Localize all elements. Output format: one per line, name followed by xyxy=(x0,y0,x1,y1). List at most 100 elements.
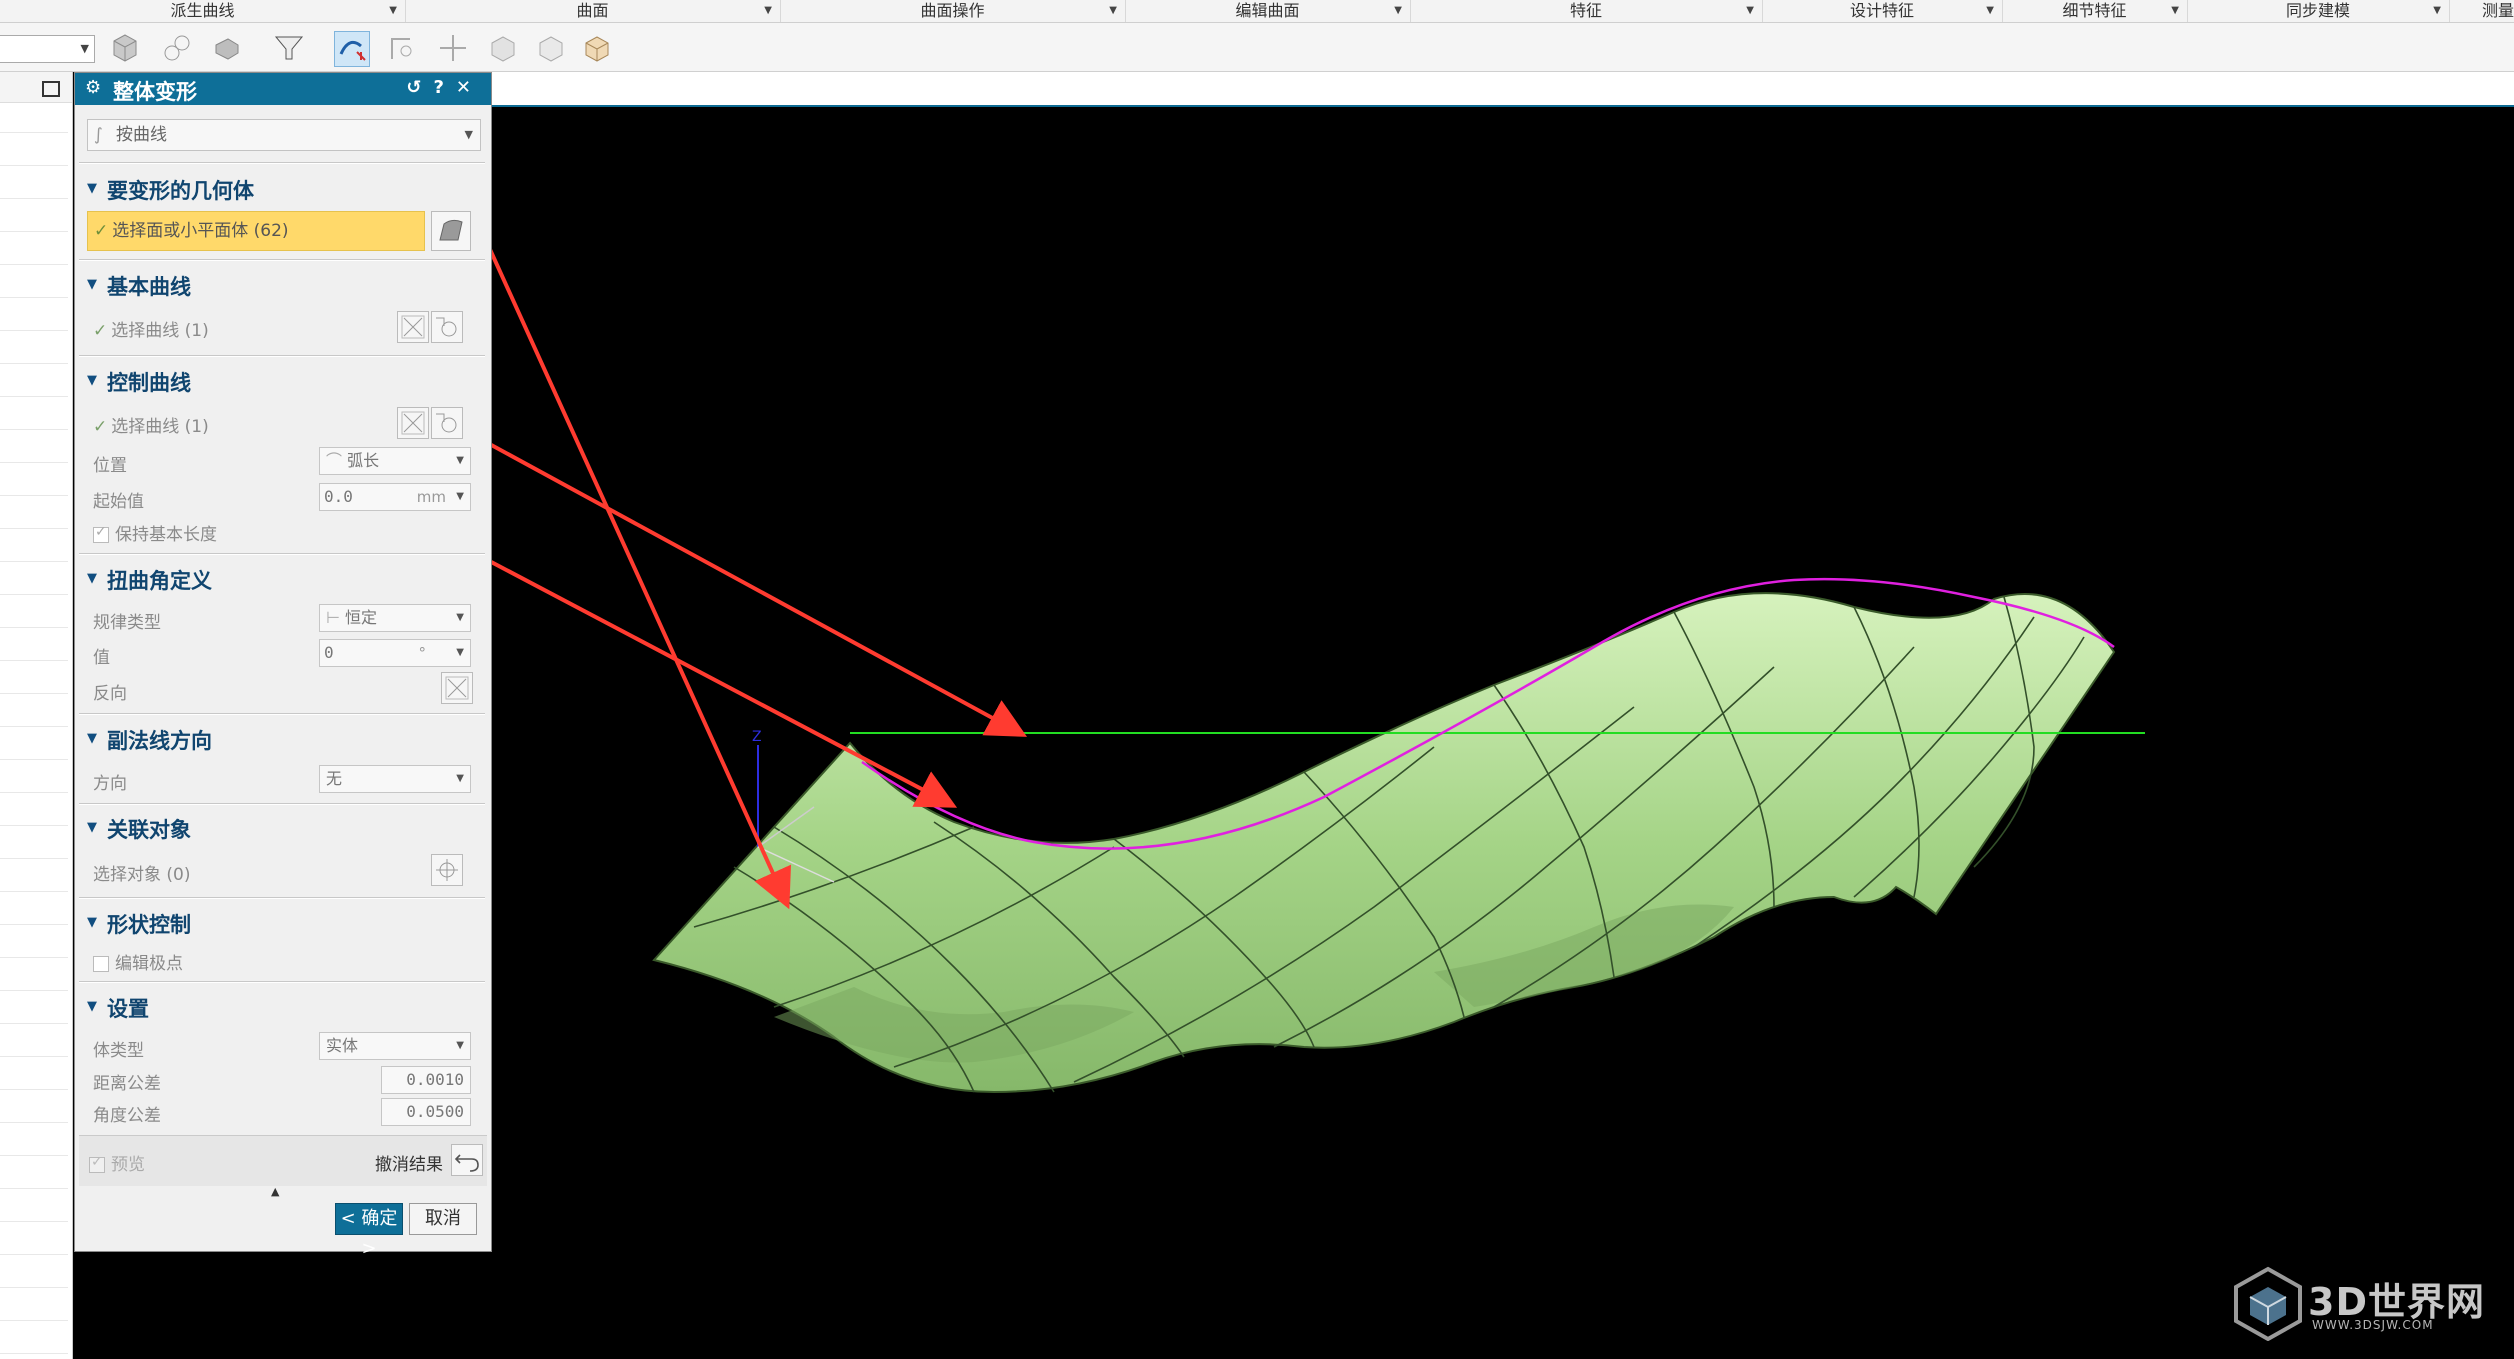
collapse-icon[interactable]: ▼ xyxy=(87,181,97,196)
chevron-down-icon[interactable]: ▼ xyxy=(1746,0,1754,22)
cancel-button[interactable]: 取消 xyxy=(409,1203,477,1235)
navigator-row-line xyxy=(0,561,68,562)
ribbon-group-label: 测量 xyxy=(2481,1,2514,20)
section-settings[interactable]: ▼ 设置 xyxy=(83,991,483,1023)
navigator-row-line xyxy=(0,528,68,529)
ribbon-group-detail-feature[interactable]: 细节特征 ▼ xyxy=(2002,0,2188,22)
section-shape-control[interactable]: ▼ 形状控制 xyxy=(83,907,483,939)
ribbon-group-surface[interactable]: 曲面 ▼ xyxy=(405,0,781,22)
expand-up-icon[interactable]: ▲ xyxy=(271,1185,279,1198)
close-icon[interactable]: ✕ xyxy=(456,77,483,98)
chevron-down-icon[interactable]: ▼ xyxy=(456,448,464,474)
chevron-down-icon[interactable]: ▼ xyxy=(389,0,397,22)
direction-label: 方向 xyxy=(93,774,127,794)
ok-button[interactable]: < 确定 > xyxy=(335,1203,403,1259)
chevron-down-icon[interactable]: ▼ xyxy=(1986,0,1994,22)
chevron-down-icon[interactable]: ▼ xyxy=(2171,0,2179,22)
law-type-dropdown[interactable]: ⊢ 恒定 ▼ xyxy=(319,604,471,632)
chevron-down-icon[interactable]: ▼ xyxy=(1394,0,1402,22)
section-base-curve[interactable]: ▼ 基本曲线 xyxy=(83,269,483,301)
face-select-button[interactable] xyxy=(431,211,471,251)
chevron-down-icon[interactable]: ▼ xyxy=(456,484,464,510)
navigator-row-line xyxy=(0,264,68,265)
chevron-down-icon[interactable]: ▼ xyxy=(456,1033,464,1059)
preview-checkbox[interactable]: ✓ xyxy=(89,1154,105,1173)
select-faces-label: 选择面或小平面体 (62) xyxy=(112,221,289,241)
ribbon-group-surface-ops[interactable]: 曲面操作 ▼ xyxy=(780,0,1126,22)
direction-dropdown[interactable]: 无 ▼ xyxy=(319,765,471,793)
body-type-dropdown[interactable]: 实体 ▼ xyxy=(319,1032,471,1060)
extrude-icon[interactable] xyxy=(210,31,244,65)
ribbon-group-edit-surface[interactable]: 编辑曲面 ▼ xyxy=(1125,0,1411,22)
solid-cube-icon[interactable] xyxy=(108,31,142,65)
chevron-down-icon[interactable]: ▼ xyxy=(465,120,473,150)
chevron-down-icon[interactable]: ▼ xyxy=(764,0,772,22)
section-twist[interactable]: ▼ 扭曲角定义 xyxy=(83,563,483,595)
undo-result-button[interactable] xyxy=(451,1144,483,1176)
position-dropdown[interactable]: ⌒ 弧长 ▼ xyxy=(319,447,471,475)
edit-poles-row[interactable]: 编辑极点 xyxy=(93,949,183,974)
reset-icon[interactable]: ↺ xyxy=(406,77,433,98)
select-base-curve[interactable]: ✓ 选择曲线 (1) xyxy=(93,316,209,341)
collapse-icon[interactable]: ▼ xyxy=(87,277,97,292)
move-icon[interactable] xyxy=(436,31,470,65)
help-icon[interactable]: ? xyxy=(433,77,455,98)
navigator-row-line xyxy=(0,198,68,199)
ribbon-group-sync-modeling[interactable]: 同步建模 ▼ xyxy=(2187,0,2450,22)
distance-tolerance-input[interactable]: 0.0010 xyxy=(381,1066,471,1094)
start-value-input[interactable]: 0.0 mm ▼ xyxy=(319,483,471,511)
collapse-icon[interactable]: ▼ xyxy=(87,820,97,835)
pattern-box-icon[interactable] xyxy=(580,31,614,65)
gear-icon[interactable]: ⚙ xyxy=(85,77,101,98)
maximize-icon[interactable] xyxy=(42,81,60,97)
navigator-row-line xyxy=(0,858,68,859)
collapse-icon[interactable]: ▼ xyxy=(87,999,97,1014)
section-associated[interactable]: ▼ 关联对象 xyxy=(83,812,483,844)
chevron-down-icon[interactable]: ▼ xyxy=(456,766,464,792)
curve-rule-button[interactable] xyxy=(397,407,429,439)
sweep-icon[interactable] xyxy=(160,31,194,65)
dialog-title-bar[interactable]: ⚙ 整体变形 ↺?✕ xyxy=(75,73,491,105)
chevron-down-icon[interactable]: ▼ xyxy=(2433,0,2441,22)
chevron-down-icon[interactable]: ▼ xyxy=(456,605,464,631)
chevron-down-icon[interactable]: ▼ xyxy=(1109,0,1117,22)
box-icon[interactable] xyxy=(486,31,520,65)
navigator-row-line xyxy=(0,1089,68,1090)
section-control-curve[interactable]: ▼ 控制曲线 xyxy=(83,365,483,397)
watermark-url: WWW.3DSJW.COM xyxy=(2312,1318,2434,1332)
sketch-curve-button[interactable] xyxy=(431,407,463,439)
twist-value-input[interactable]: 0 ° ▼ xyxy=(319,639,471,667)
collapse-icon[interactable]: ▼ xyxy=(87,571,97,586)
type-value: 按曲线 xyxy=(116,125,167,145)
block-icon[interactable] xyxy=(534,31,568,65)
select-faces-field[interactable]: ✓ 选择面或小平面体 (62) xyxy=(87,211,425,251)
point-select-button[interactable] xyxy=(431,854,463,886)
ribbon-group-derived-curve[interactable]: 派生曲线 ▼ xyxy=(0,0,406,22)
filter-icon[interactable] xyxy=(272,31,306,65)
keep-length-checkbox[interactable]: ✓ xyxy=(93,524,109,543)
ribbon-group-measure[interactable]: 测量 xyxy=(2449,0,2514,22)
sketch-curve-button[interactable] xyxy=(431,311,463,343)
edit-poles-checkbox[interactable] xyxy=(93,956,109,972)
collapse-icon[interactable]: ▼ xyxy=(87,915,97,930)
ribbon-group-design-feature[interactable]: 设计特征 ▼ xyxy=(1762,0,2003,22)
curve-rule-button[interactable] xyxy=(397,311,429,343)
select-object-label[interactable]: 选择对象 (0) xyxy=(93,860,190,885)
selection-filter-combo[interactable]: ▼ xyxy=(0,35,95,63)
chevron-down-icon[interactable]: ▼ xyxy=(81,42,89,55)
transform-icon[interactable] xyxy=(386,31,420,65)
section-geometry[interactable]: ▼ 要变形的几何体 xyxy=(83,173,483,205)
keep-length-row[interactable]: ✓ 保持基本长度 xyxy=(93,520,217,545)
deform-tool-icon[interactable] xyxy=(334,31,370,67)
section-binormal[interactable]: ▼ 副法线方向 xyxy=(83,723,483,755)
reverse-direction-button[interactable] xyxy=(441,672,473,704)
ribbon-group-feature[interactable]: 特征 ▼ xyxy=(1410,0,1763,22)
angle-tolerance-input[interactable]: 0.0500 xyxy=(381,1098,471,1126)
preview-row[interactable]: ✓ 预览 xyxy=(89,1150,145,1175)
dialog-title: 整体变形 xyxy=(113,80,197,104)
chevron-down-icon[interactable]: ▼ xyxy=(456,640,464,666)
type-dropdown[interactable]: ∫ 按曲线 ▼ xyxy=(87,119,481,151)
select-control-curve[interactable]: ✓ 选择曲线 (1) xyxy=(93,412,209,437)
collapse-icon[interactable]: ▼ xyxy=(87,731,97,746)
collapse-icon[interactable]: ▼ xyxy=(87,373,97,388)
